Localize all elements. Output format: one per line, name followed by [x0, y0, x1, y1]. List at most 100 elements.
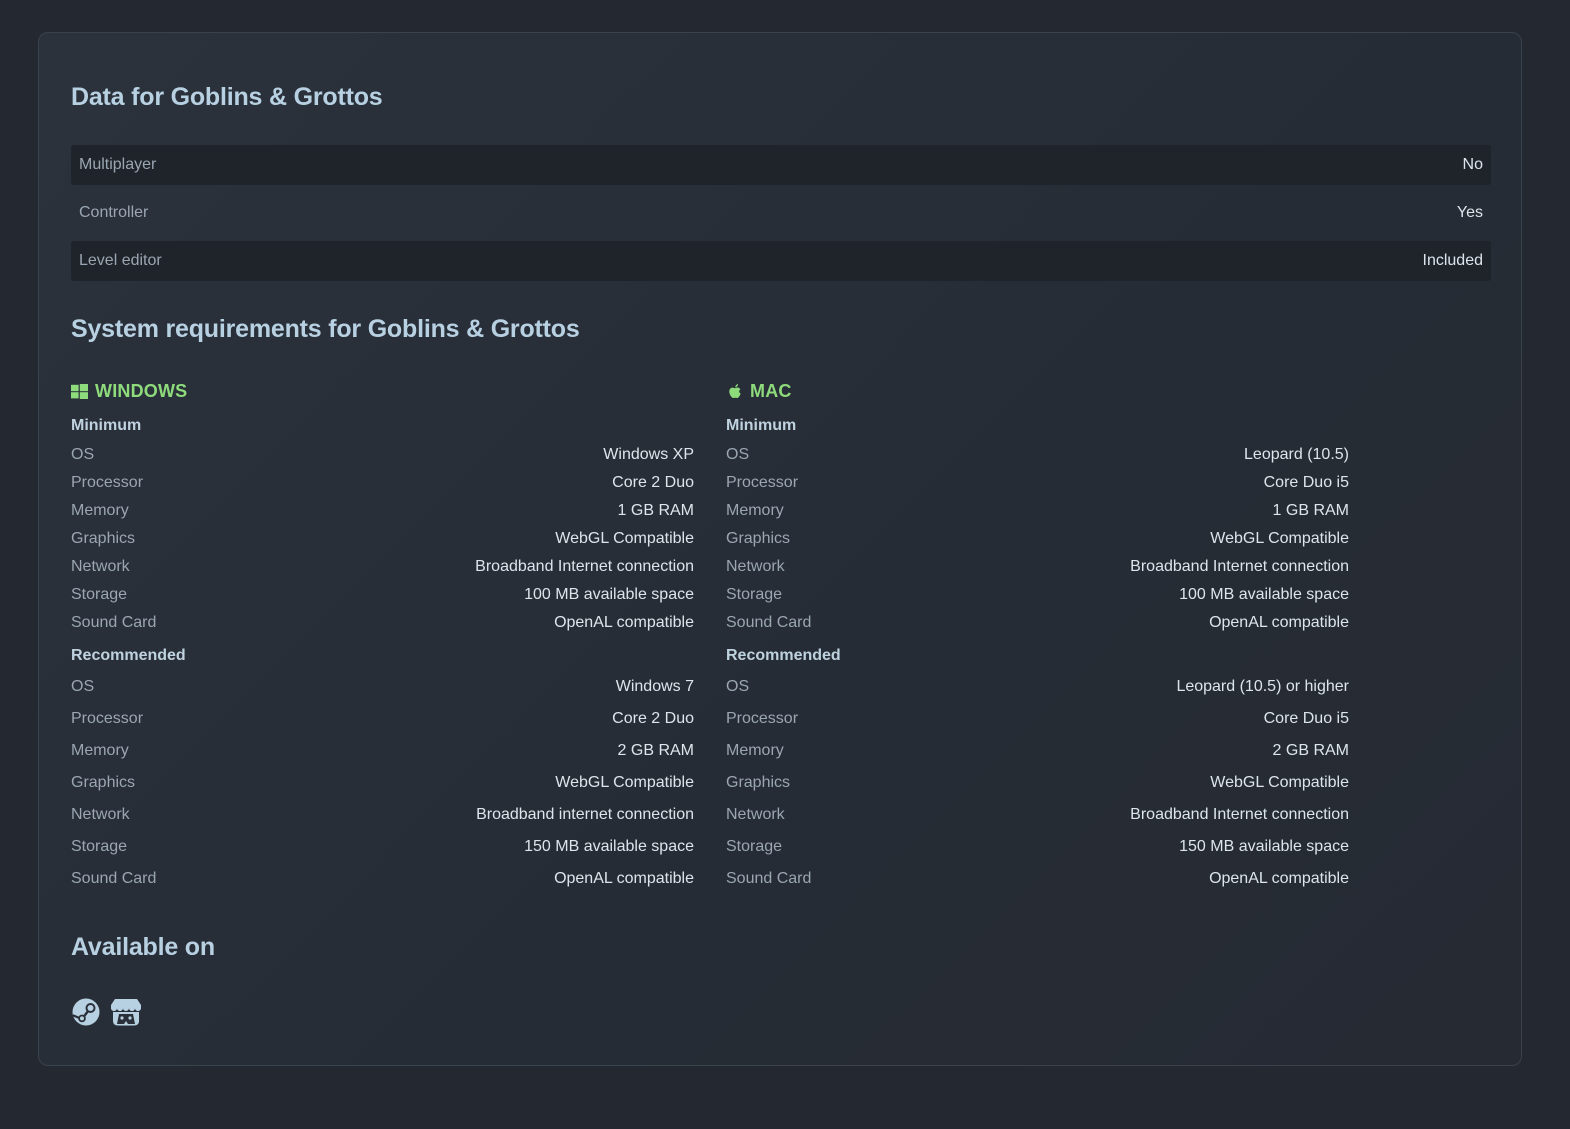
req-value: 100 MB available space	[524, 586, 694, 603]
req-value: Core Duo i5	[1263, 474, 1349, 491]
req-row-network: Network Broadband Internet connection	[726, 553, 1349, 581]
req-label: Sound Card	[726, 614, 812, 631]
req-value: 2 GB RAM	[1272, 742, 1349, 759]
req-value: 1 GB RAM	[617, 502, 694, 519]
req-value: 100 MB available space	[1179, 586, 1349, 603]
req-label: Graphics	[71, 774, 136, 791]
req-value: WebGL Compatible	[1210, 774, 1349, 791]
mac-recommended: Recommended OS Leopard (10.5) or higher P…	[726, 645, 1349, 895]
req-label: Storage	[726, 586, 783, 603]
req-label: Network	[71, 558, 130, 575]
req-row-graphics: Graphics WebGL Compatible	[726, 767, 1349, 799]
req-value: WebGL Compatible	[555, 774, 694, 791]
req-row-sound-card: Sound Card OpenAL compatible	[726, 609, 1349, 637]
req-row-os: OS Leopard (10.5)	[726, 441, 1349, 469]
req-value: OpenAL compatible	[1209, 614, 1349, 631]
game-data-card: Data for Goblins & Grottos Multiplayer N…	[38, 32, 1522, 1066]
req-value: Core 2 Duo	[612, 474, 694, 491]
req-label: Memory	[71, 742, 129, 759]
req-row-memory: Memory 2 GB RAM	[726, 735, 1349, 767]
req-label: Network	[726, 806, 785, 823]
req-value: Broadband internet connection	[476, 806, 694, 823]
req-value: Core Duo i5	[1263, 710, 1349, 727]
itch-io-store-link[interactable]	[111, 997, 141, 1027]
req-row-sound-card: Sound Card OpenAL compatible	[71, 863, 694, 895]
mac-requirements: MAC Minimum OS Leopard (10.5) Processor Co…	[726, 377, 1349, 895]
req-value: OpenAL compatible	[554, 870, 694, 887]
req-row-processor: Processor Core 2 Duo	[71, 703, 694, 735]
recommended-heading: Recommended	[726, 647, 841, 664]
req-label: Graphics	[71, 530, 136, 547]
req-value: Broadband Internet connection	[475, 558, 694, 575]
req-value: OpenAL compatible	[1209, 870, 1349, 887]
req-value: Windows 7	[615, 678, 694, 695]
store-links	[71, 997, 141, 1027]
steam-store-link[interactable]	[71, 997, 101, 1027]
req-row-graphics: Graphics WebGL Compatible	[71, 767, 694, 799]
req-row-storage: Storage 150 MB available space	[71, 831, 694, 863]
itch-io-icon	[110, 997, 142, 1027]
windows-platform-title: WINDOWS	[71, 377, 694, 405]
req-label: OS	[71, 678, 95, 695]
steam-icon	[71, 997, 101, 1027]
req-value: WebGL Compatible	[555, 530, 694, 547]
req-row-network: Network Broadband Internet connection	[726, 799, 1349, 831]
req-label: Memory	[71, 502, 129, 519]
req-row-storage: Storage 150 MB available space	[726, 831, 1349, 863]
req-value: Leopard (10.5)	[1244, 446, 1349, 463]
windows-recommended: Recommended OS Windows 7 Processor Core 2 …	[71, 645, 694, 895]
feature-table: Multiplayer No Controller Yes Level edit…	[71, 145, 1491, 289]
req-label: Processor	[71, 474, 144, 491]
req-label: Memory	[726, 502, 784, 519]
feature-row-multiplayer: Multiplayer No	[71, 145, 1491, 185]
apple-icon	[726, 383, 743, 400]
feature-row-level-editor: Level editor Included	[71, 241, 1491, 281]
req-value: 150 MB available space	[524, 838, 694, 855]
req-label: Storage	[71, 586, 128, 603]
req-label: Network	[726, 558, 785, 575]
feature-row-controller: Controller Yes	[71, 193, 1491, 233]
windows-platform-name: WINDOWS	[95, 380, 188, 401]
feature-label: Multiplayer	[79, 156, 157, 173]
windows-requirements: WINDOWS Minimum OS Windows XP Processor Co…	[71, 377, 694, 895]
minimum-heading: Minimum	[726, 417, 797, 434]
req-value: WebGL Compatible	[1210, 530, 1349, 547]
req-row-os: OS Leopard (10.5) or higher	[726, 671, 1349, 703]
req-label: Graphics	[726, 530, 791, 547]
req-row-storage: Storage 100 MB available space	[726, 581, 1349, 609]
req-label: OS	[726, 446, 750, 463]
req-value: Leopard (10.5) or higher	[1176, 678, 1349, 695]
req-value: OpenAL compatible	[554, 614, 694, 631]
req-label: Sound Card	[726, 870, 812, 887]
windows-minimum: Minimum OS Windows XP Processor Core 2 Duo…	[71, 415, 694, 637]
req-row-graphics: Graphics WebGL Compatible	[71, 525, 694, 553]
feature-value: Included	[1422, 252, 1484, 269]
available-on-heading: Available on	[71, 933, 215, 961]
req-value: 1 GB RAM	[1272, 502, 1349, 519]
req-label: Storage	[726, 838, 783, 855]
req-label: Processor	[71, 710, 144, 727]
req-label: Graphics	[726, 774, 791, 791]
recommended-heading: Recommended	[71, 647, 186, 664]
req-row-processor: Processor Core Duo i5	[726, 703, 1349, 735]
req-label: OS	[71, 446, 95, 463]
req-row-processor: Processor Core 2 Duo	[71, 469, 694, 497]
data-heading: Data for Goblins & Grottos	[71, 83, 383, 111]
req-label: Network	[71, 806, 130, 823]
req-value: Broadband Internet connection	[1130, 558, 1349, 575]
req-row-memory: Memory 2 GB RAM	[71, 735, 694, 767]
feature-label: Controller	[79, 204, 149, 221]
req-value: 150 MB available space	[1179, 838, 1349, 855]
windows-icon	[71, 383, 88, 400]
req-row-memory: Memory 1 GB RAM	[71, 497, 694, 525]
req-label: OS	[726, 678, 750, 695]
req-label: Processor	[726, 474, 799, 491]
req-row-network: Network Broadband internet connection	[71, 799, 694, 831]
mac-minimum: Minimum OS Leopard (10.5) Processor Core D…	[726, 415, 1349, 637]
req-label: Memory	[726, 742, 784, 759]
req-value: Windows XP	[603, 446, 694, 463]
mac-platform-title: MAC	[726, 377, 1349, 405]
req-row-storage: Storage 100 MB available space	[71, 581, 694, 609]
req-row-os: OS Windows 7	[71, 671, 694, 703]
req-row-memory: Memory 1 GB RAM	[726, 497, 1349, 525]
